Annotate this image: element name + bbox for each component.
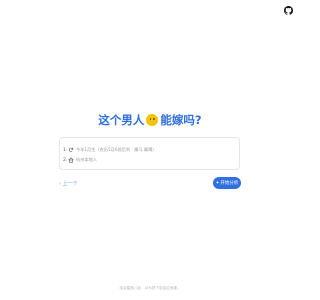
github-icon[interactable] [284,6,293,15]
item-text: 今年1月生（农历5月6前后到 - 属马 摩羯） [76,147,157,152]
description-card[interactable]: 1. 今年1月生（农历5月6前后到 - 属马 摩羯） 2. 杭州本地人 [59,137,240,170]
refresh-icon [68,147,74,152]
start-analysis-button[interactable]: ✦ 开始分析 [213,177,241,189]
list-item: 2. 杭州本地人 [63,156,97,164]
footer-note: 结合星座八卦，AI为您下定结论良缘。 [119,286,181,290]
page-title: 这个男人 能嫁吗? [0,112,300,128]
start-label: 开始分析 [220,181,239,186]
chevron-left-icon: ‹ [59,181,61,187]
home-icon [68,157,74,163]
smiley-emoji-icon [146,114,159,126]
title-after: 能嫁吗? [160,113,202,127]
list-item: 1. 今年1月生（农历5月6前后到 - 属马 摩羯） [63,146,157,154]
item-text: 杭州本地人 [76,157,97,162]
prev-button[interactable]: ‹ 上一个 [59,180,78,187]
title-before: 这个男人 [98,113,145,127]
sparkle-icon: ✦ [215,180,220,186]
prev-label: 上一个 [62,181,78,187]
